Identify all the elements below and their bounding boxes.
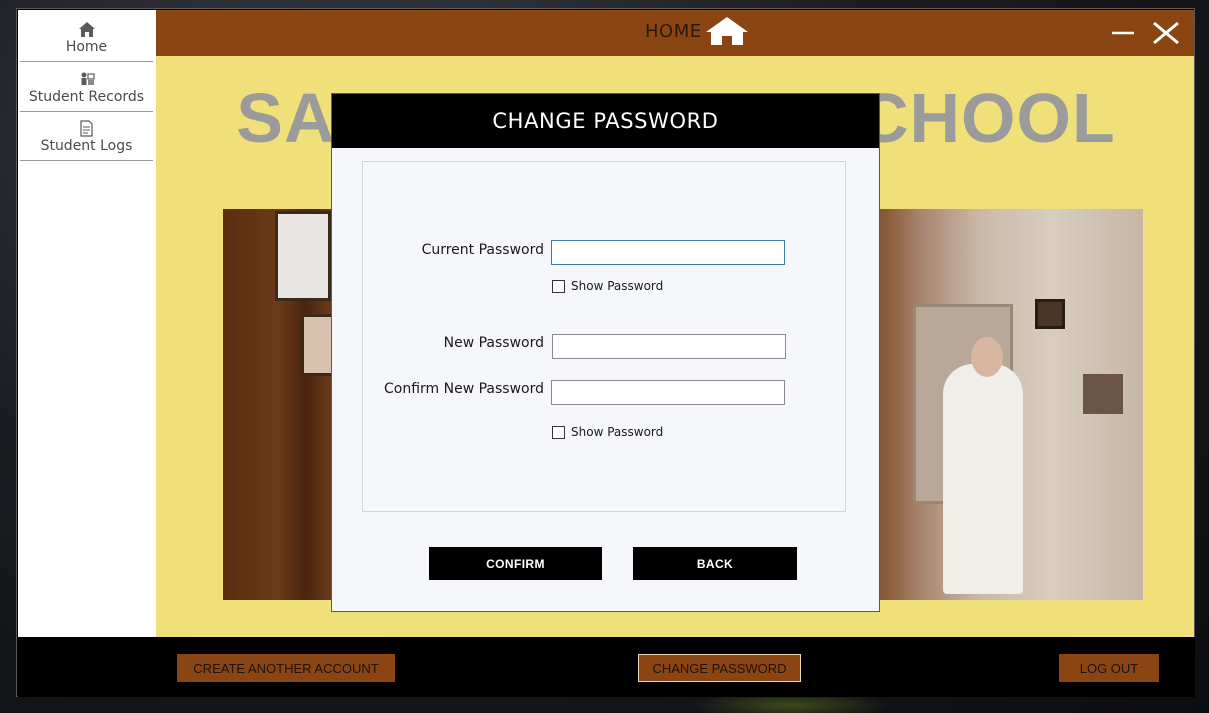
dialog-header: CHANGE PASSWORD bbox=[332, 94, 879, 148]
change-password-button[interactable]: CHANGE PASSWORD bbox=[638, 654, 801, 682]
sidebar-item-label: Student Records bbox=[28, 89, 145, 105]
confirm-button[interactable]: CONFIRM bbox=[429, 547, 602, 580]
sidebar-item-student-records[interactable]: Student Records bbox=[20, 62, 153, 112]
dialog-title: CHANGE PASSWORD bbox=[492, 109, 719, 133]
home-icon bbox=[78, 20, 95, 38]
wall-picture bbox=[301, 314, 335, 376]
confirm-password-field[interactable] bbox=[551, 380, 785, 405]
change-password-dialog: CHANGE PASSWORD Current Password Show Pa… bbox=[331, 93, 880, 612]
sidebar-item-student-logs[interactable]: Student Logs bbox=[20, 111, 153, 161]
wall-frame bbox=[1083, 374, 1123, 414]
standee-head bbox=[971, 337, 1003, 377]
minimize-icon[interactable] bbox=[1110, 20, 1136, 46]
current-password-field[interactable] bbox=[551, 240, 785, 265]
sidebar-item-home[interactable]: Home bbox=[20, 12, 153, 62]
sidebar-item-label: Home bbox=[65, 39, 108, 55]
show-password-checkbox[interactable] bbox=[552, 425, 565, 439]
confirm-password-label: Confirm New Password bbox=[383, 381, 544, 397]
new-password-label: New Password bbox=[443, 335, 544, 351]
new-password-field[interactable] bbox=[552, 334, 786, 359]
back-button[interactable]: BACK bbox=[633, 547, 797, 580]
page-title: HOME bbox=[645, 21, 702, 42]
log-out-button[interactable]: LOG OUT bbox=[1059, 654, 1159, 682]
show-password-toggle-1[interactable]: Show Password bbox=[552, 279, 663, 293]
title-bar: HOME bbox=[156, 10, 1194, 56]
wall-frame bbox=[1035, 299, 1065, 329]
sidebar-item-label: Student Logs bbox=[40, 138, 133, 154]
show-password-label: Show Password bbox=[571, 279, 664, 293]
close-icon[interactable] bbox=[1152, 20, 1179, 46]
wall-portrait bbox=[275, 211, 331, 301]
house-icon bbox=[705, 16, 749, 50]
standee-figure bbox=[943, 364, 1023, 594]
show-password-label: Show Password bbox=[571, 425, 664, 439]
student-records-icon bbox=[79, 70, 95, 88]
logs-icon bbox=[79, 119, 94, 137]
create-account-button[interactable]: CREATE ANOTHER ACCOUNT bbox=[177, 654, 395, 682]
show-password-toggle-2[interactable]: Show Password bbox=[552, 425, 663, 439]
bottom-toolbar: CREATE ANOTHER ACCOUNT CHANGE PASSWORD L… bbox=[18, 637, 1195, 697]
show-password-checkbox[interactable] bbox=[552, 279, 565, 293]
current-password-label: Current Password bbox=[421, 242, 544, 258]
sidebar: Home Student Records Student Logs bbox=[18, 10, 156, 637]
